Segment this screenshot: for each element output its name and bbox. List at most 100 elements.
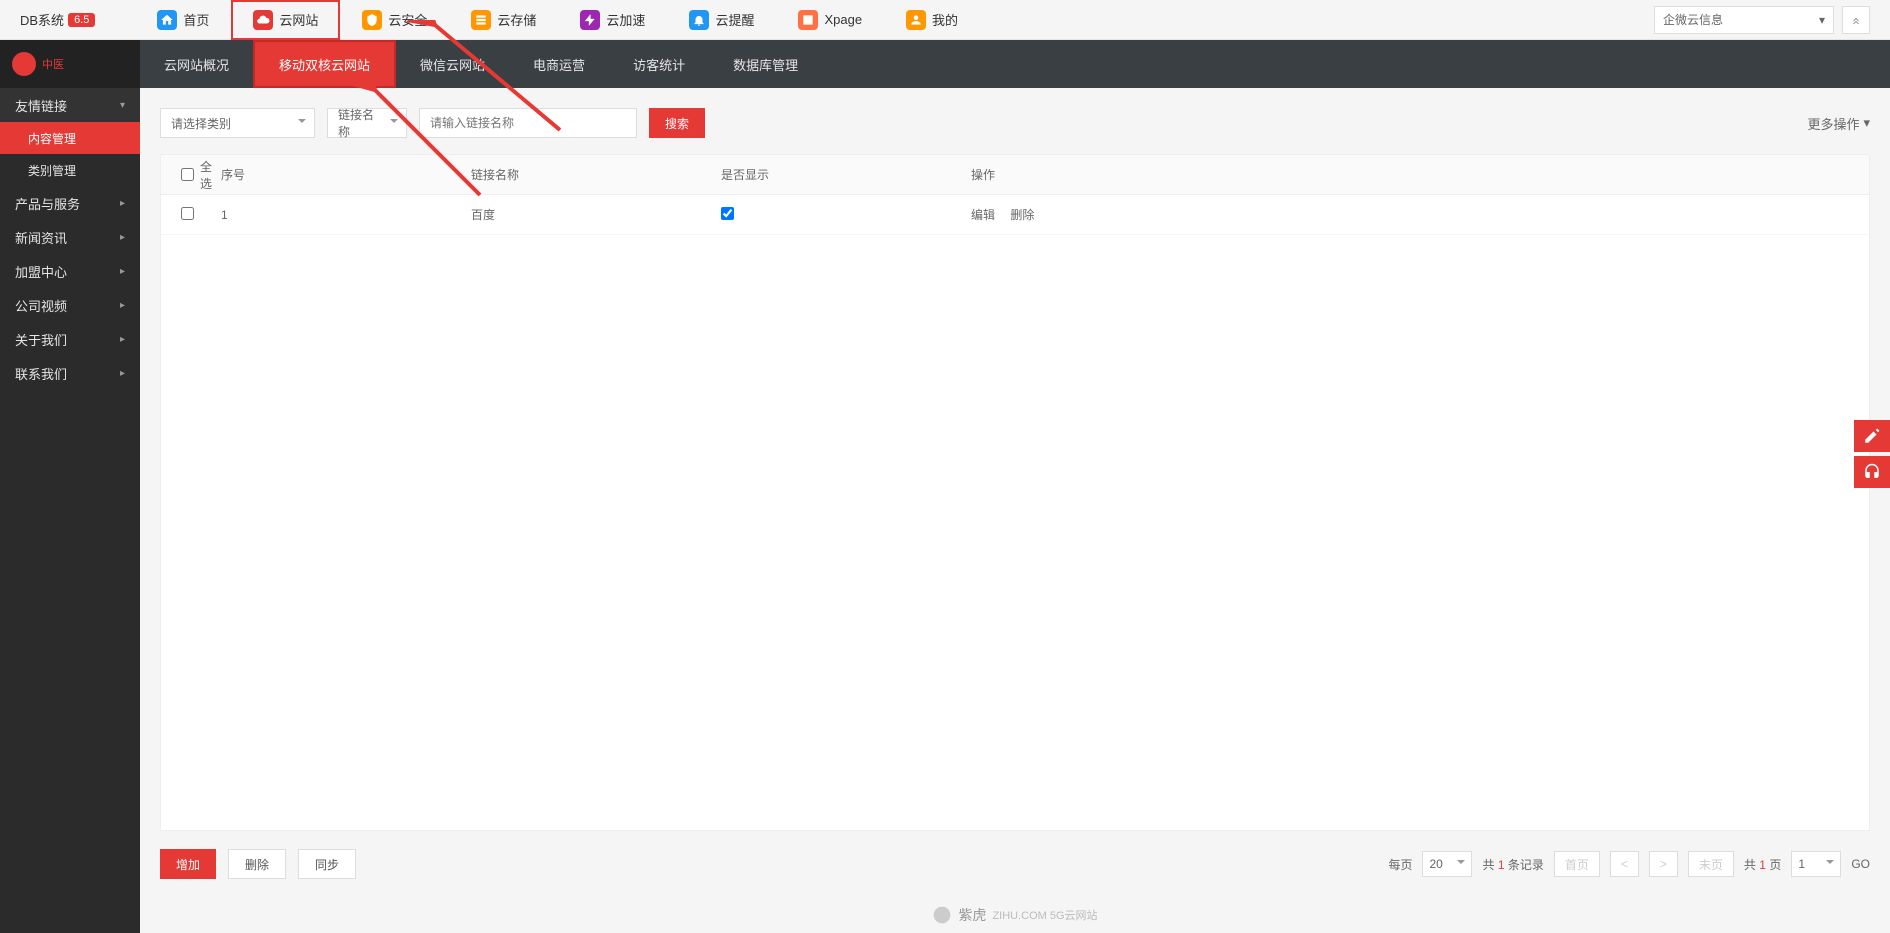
more-ops-label: 更多操作 <box>1807 114 1859 133</box>
per-page-label: 每页 <box>1388 856 1412 873</box>
th-action: 操作 <box>971 166 1869 183</box>
subnav-database[interactable]: 数据库管理 <box>709 40 822 88</box>
nav-security[interactable]: 云安全 <box>340 0 449 40</box>
chevron-right-icon: ▸ <box>120 232 125 243</box>
sidebar-logo: 中医 <box>0 40 140 88</box>
floating-tools <box>1854 420 1890 488</box>
category-select[interactable]: 请选择类别 <box>160 108 315 138</box>
subnav-overview[interactable]: 云网站概况 <box>140 40 253 88</box>
linkname-select-label: 链接名称 <box>338 106 382 140</box>
float-edit-button[interactable] <box>1854 420 1890 452</box>
collapse-button[interactable] <box>1842 6 1870 34</box>
sidebar-video-label: 公司视频 <box>15 296 67 315</box>
db-system-text: DB系统 <box>20 10 64 29</box>
nav-storage[interactable]: 云存储 <box>449 0 558 40</box>
sidebar-join-label: 加盟中心 <box>15 262 67 281</box>
nav-security-label: 云安全 <box>388 10 427 29</box>
prev-page-button[interactable]: < <box>1610 851 1639 877</box>
next-page-button[interactable]: > <box>1649 851 1678 877</box>
subnav-visitor[interactable]: 访客统计 <box>609 40 709 88</box>
shield-icon <box>362 10 382 30</box>
cell-seq: 1 <box>221 208 471 222</box>
account-dropdown-label: 企微云信息 <box>1663 11 1723 28</box>
nav-storage-label: 云存储 <box>497 10 536 29</box>
home-icon <box>157 10 177 30</box>
storage-icon <box>471 10 491 30</box>
sync-button[interactable]: 同步 <box>298 849 356 879</box>
xpage-icon <box>798 10 818 30</box>
speed-icon <box>580 10 600 30</box>
sidebar-about-label: 关于我们 <box>15 330 67 349</box>
sidebar-category-mgmt[interactable]: 类别管理 <box>0 154 140 186</box>
sidebar-contact-label: 联系我们 <box>15 364 67 383</box>
nav-mine[interactable]: 我的 <box>884 0 980 40</box>
subnav-database-label: 数据库管理 <box>733 55 798 74</box>
nav-mine-label: 我的 <box>932 10 958 29</box>
per-page-select[interactable]: 20 <box>1422 851 1472 877</box>
sidebar-friend-links[interactable]: 友情链接 ▾ <box>0 88 140 122</box>
per-page-value: 20 <box>1429 857 1442 871</box>
nav-speed-label: 云加速 <box>606 10 645 29</box>
data-table: 全选 序号 链接名称 是否显示 操作 1 百度 编辑 删除 <box>160 154 1870 831</box>
chevron-down-icon: ▾ <box>1819 13 1825 27</box>
sidebar-join[interactable]: 加盟中心▸ <box>0 254 140 288</box>
sidebar-news[interactable]: 新闻资讯 ▸ <box>0 220 140 254</box>
pagination: 每页 20 共 1 条记录 首页 < > 末页 共 1 页 1 GO <box>1388 851 1870 877</box>
content-area: 云网站概况 移动双核云网站 微信云网站 电商运营 访客统计 数据库管理 请选择类… <box>140 40 1890 933</box>
sidebar-news-label: 新闻资讯 <box>15 228 67 247</box>
more-ops-button[interactable]: 更多操作 ▾ <box>1807 114 1870 133</box>
footer-bar: 增加 删除 同步 每页 20 共 1 条记录 首页 < > 末页 共 1 页 1… <box>140 831 1890 897</box>
nav-xpage-label: Xpage <box>824 12 862 27</box>
row-show-checkbox[interactable] <box>721 207 734 220</box>
edit-link[interactable]: 编辑 <box>971 208 995 222</box>
table-header-row: 全选 序号 链接名称 是否显示 操作 <box>161 155 1869 195</box>
nav-alert[interactable]: 云提醒 <box>667 0 776 40</box>
chevron-right-icon: ▸ <box>120 368 125 379</box>
footer-actions: 增加 删除 同步 <box>160 849 356 879</box>
page-input[interactable]: 1 <box>1791 851 1841 877</box>
sidebar-content-mgmt[interactable]: 内容管理 <box>0 122 140 154</box>
cell-name: 百度 <box>471 206 721 223</box>
nav-home[interactable]: 首页 <box>135 0 231 40</box>
table-row: 1 百度 编辑 删除 <box>161 195 1869 235</box>
delete-button[interactable]: 删除 <box>228 849 286 879</box>
add-button[interactable]: 增加 <box>160 849 216 879</box>
sidebar-products[interactable]: 产品与服务 ▸ <box>0 186 140 220</box>
filter-bar: 请选择类别 链接名称 搜索 更多操作 ▾ <box>160 88 1870 154</box>
subnav-wechat[interactable]: 微信云网站 <box>396 40 509 88</box>
linkname-select[interactable]: 链接名称 <box>327 108 407 138</box>
total-pages: 共 1 页 <box>1744 856 1781 873</box>
sidebar-about[interactable]: 关于我们 ▸ <box>0 322 140 356</box>
first-page-button[interactable]: 首页 <box>1554 851 1600 877</box>
nav-xpage[interactable]: Xpage <box>776 0 884 40</box>
sidebar-contact[interactable]: 联系我们 ▸ <box>0 356 140 390</box>
sidebar-video[interactable]: 公司视频▸ <box>0 288 140 322</box>
delete-link[interactable]: 删除 <box>1010 208 1034 222</box>
category-select-label: 请选择类别 <box>171 115 231 132</box>
subnav-ecommerce[interactable]: 电商运营 <box>509 40 609 88</box>
sidebar-products-label: 产品与服务 <box>15 194 80 213</box>
sidebar-friend-links-label: 友情链接 <box>15 96 67 115</box>
db-version-badge: 6.5 <box>68 13 95 27</box>
last-page-button[interactable]: 末页 <box>1688 851 1734 877</box>
nav-cloud-label: 云网站 <box>279 10 318 29</box>
top-navbar: DB系统 6.5 首页 云网站 云安全 云存储 云加速 云提醒 Xp <box>0 0 1890 40</box>
nav-speed[interactable]: 云加速 <box>558 0 667 40</box>
chevron-right-icon: ▸ <box>120 334 125 345</box>
bell-icon <box>689 10 709 30</box>
account-dropdown[interactable]: 企微云信息 ▾ <box>1654 6 1834 34</box>
th-show: 是否显示 <box>721 166 971 183</box>
search-button[interactable]: 搜索 <box>649 108 705 138</box>
select-all-checkbox[interactable]: 全选 <box>181 158 221 192</box>
search-input[interactable] <box>419 108 637 138</box>
chevron-right-icon: ▸ <box>120 198 125 209</box>
subnav-overview-label: 云网站概况 <box>164 55 229 74</box>
go-button[interactable]: GO <box>1851 857 1870 871</box>
float-support-button[interactable] <box>1854 456 1890 488</box>
nav-cloud-site[interactable]: 云网站 <box>231 0 340 40</box>
subnav-mobile-dualcore[interactable]: 移动双核云网站 <box>253 40 396 88</box>
subnav-mobile-label: 移动双核云网站 <box>279 55 370 74</box>
row-checkbox[interactable] <box>181 207 194 220</box>
logo-text: 中医 <box>42 56 64 72</box>
nav-alert-label: 云提醒 <box>715 10 754 29</box>
